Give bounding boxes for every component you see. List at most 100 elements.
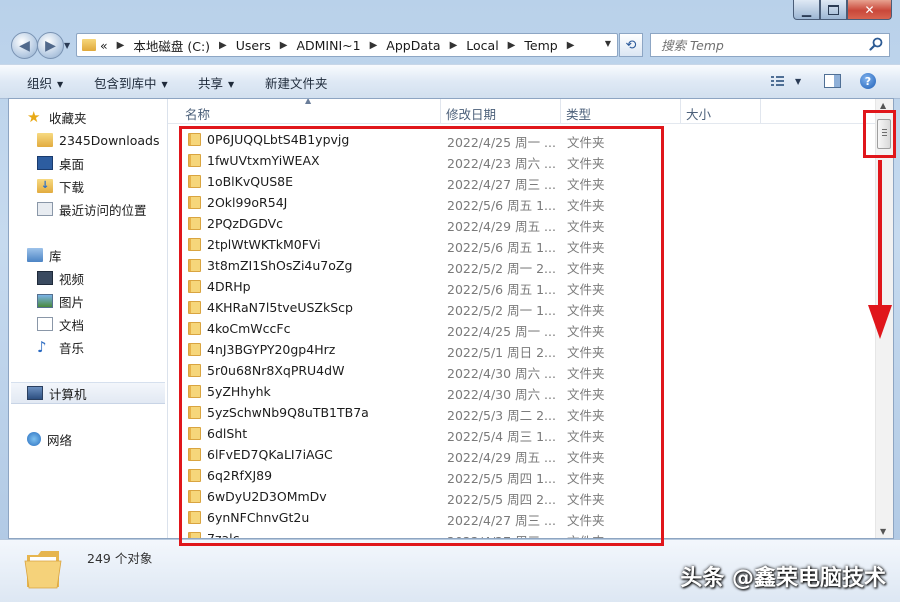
view-dropdown[interactable]: ▼ bbox=[795, 72, 801, 90]
sidebar-item-computer[interactable]: 计算机 bbox=[11, 382, 165, 404]
minimize-button[interactable]: ▁ bbox=[793, 0, 820, 20]
column-divider[interactable] bbox=[560, 99, 561, 123]
sidebar-item-label: 音乐 bbox=[59, 340, 85, 356]
address-bar[interactable]: « ▶ 本地磁盘 (C:) ▶ Users ▶ ADMINI~1 ▶ AppDa… bbox=[76, 33, 618, 57]
item-count: 249 个对象 bbox=[87, 551, 153, 566]
chevron-right-icon[interactable]: ▶ bbox=[370, 40, 378, 51]
arrow-down-icon bbox=[868, 305, 892, 339]
sidebar-item-music[interactable]: ♪ 音乐 bbox=[37, 336, 84, 358]
computer-icon bbox=[27, 386, 43, 400]
organize-label: 组织 bbox=[27, 76, 53, 91]
desktop-icon bbox=[37, 156, 53, 170]
breadcrumb-local[interactable]: Local bbox=[466, 38, 498, 53]
column-size[interactable]: 大小 bbox=[686, 104, 711, 123]
annotation-file-list-highlight bbox=[179, 126, 664, 546]
scroll-up-icon[interactable]: ▲ bbox=[880, 101, 886, 110]
help-icon: ? bbox=[860, 73, 876, 89]
sidebar-item-favorites[interactable]: ★ 收藏夹 bbox=[27, 106, 87, 128]
chevron-right-icon[interactable]: ▶ bbox=[280, 40, 288, 51]
sidebar-item-label: 桌面 bbox=[59, 156, 85, 172]
breadcrumb-temp[interactable]: Temp bbox=[524, 38, 557, 53]
help-button[interactable]: ? bbox=[860, 72, 876, 90]
folder-icon bbox=[37, 133, 53, 147]
sidebar-item-label: 图片 bbox=[59, 294, 85, 310]
sidebar-item-network[interactable]: 网络 bbox=[27, 428, 72, 450]
explorer-window: ▁ ✕ ◀ ▶ ▼ « ▶ 本地磁盘 (C:) ▶ Users ▶ ADMINI… bbox=[0, 0, 900, 602]
folder-icon bbox=[82, 39, 96, 51]
maximize-button[interactable] bbox=[820, 0, 847, 20]
annotation-scrollbar-highlight bbox=[863, 110, 896, 158]
navigation-pane: ★ 收藏夹 2345Downloads 桌面 ↓ 下载 最近访问的位置 库 视频… bbox=[9, 99, 168, 538]
sidebar-item-documents[interactable]: 文档 bbox=[37, 313, 84, 335]
organize-menu[interactable]: 组织 ▼ bbox=[27, 73, 63, 92]
documents-icon bbox=[37, 317, 53, 331]
column-type[interactable]: 类型 bbox=[566, 104, 591, 123]
sidebar-item-label: 视频 bbox=[59, 271, 85, 287]
view-options-icon bbox=[771, 76, 784, 86]
breadcrumb-overflow[interactable]: « bbox=[100, 38, 108, 53]
back-button[interactable]: ◀ bbox=[11, 32, 38, 59]
sidebar-item-pictures[interactable]: 图片 bbox=[37, 290, 84, 312]
annotation-arrow-line bbox=[878, 160, 882, 310]
close-button[interactable]: ✕ bbox=[847, 0, 892, 20]
column-divider[interactable] bbox=[440, 99, 441, 123]
forward-button[interactable]: ▶ bbox=[37, 32, 64, 59]
command-bar: 组织 ▼ 包含到库中 ▼ 共享 ▼ 新建文件夹 ▼ ? bbox=[0, 64, 900, 99]
close-icon: ✕ bbox=[864, 2, 875, 17]
scroll-down-icon[interactable]: ▼ bbox=[880, 527, 886, 536]
preview-pane-button[interactable] bbox=[824, 72, 841, 90]
sidebar-item-desktop[interactable]: 桌面 bbox=[37, 152, 84, 174]
breadcrumb-drive[interactable]: 本地磁盘 (C:) bbox=[133, 36, 210, 55]
change-view-button[interactable] bbox=[770, 72, 786, 90]
search-input[interactable] bbox=[659, 36, 863, 54]
column-divider[interactable] bbox=[680, 99, 681, 123]
share-menu[interactable]: 共享 ▼ bbox=[198, 73, 234, 92]
sidebar-item-label: 库 bbox=[49, 248, 62, 264]
breadcrumb-admin[interactable]: ADMINI~1 bbox=[296, 38, 360, 53]
sidebar-item-videos[interactable]: 视频 bbox=[37, 267, 84, 289]
sidebar-item-label: 文档 bbox=[59, 317, 85, 333]
sidebar-item-label: 下载 bbox=[59, 179, 85, 195]
minimize-icon: ▁ bbox=[801, 2, 812, 17]
address-history-dropdown[interactable]: ▼ bbox=[605, 39, 611, 48]
include-in-library-menu[interactable]: 包含到库中 ▼ bbox=[94, 73, 168, 92]
new-folder-button[interactable]: 新建文件夹 bbox=[265, 73, 328, 92]
forward-arrow-icon: ▶ bbox=[45, 37, 56, 54]
star-icon: ★ bbox=[27, 108, 41, 126]
column-name[interactable]: 名称 bbox=[185, 104, 210, 123]
refresh-icon: ⟲ bbox=[625, 37, 637, 53]
include-in-library-label: 包含到库中 bbox=[94, 76, 157, 91]
back-arrow-icon: ◀ bbox=[19, 37, 30, 54]
pictures-icon bbox=[37, 294, 53, 308]
search-box[interactable] bbox=[650, 33, 890, 57]
refresh-button[interactable]: ⟲ bbox=[619, 33, 643, 57]
sidebar-item-2345downloads[interactable]: 2345Downloads bbox=[37, 129, 159, 151]
chevron-right-icon: ▶ bbox=[116, 39, 125, 51]
sidebar-item-libraries[interactable]: 库 bbox=[27, 244, 62, 266]
chevron-down-icon: ▼ bbox=[57, 80, 64, 89]
sidebar-item-label: 2345Downloads bbox=[59, 132, 160, 148]
chevron-right-icon[interactable]: ▶ bbox=[219, 40, 227, 51]
sidebar-item-label: 网络 bbox=[47, 432, 73, 448]
column-date-modified[interactable]: 修改日期 bbox=[446, 104, 496, 123]
breadcrumb-appdata[interactable]: AppData bbox=[386, 38, 440, 53]
share-label: 共享 bbox=[198, 76, 224, 91]
sort-ascending-icon: ▲ bbox=[305, 98, 312, 105]
chevron-right-icon[interactable]: ▶ bbox=[567, 40, 575, 51]
column-divider[interactable] bbox=[760, 99, 761, 123]
sidebar-item-recent-places[interactable]: 最近访问的位置 bbox=[37, 198, 147, 220]
sidebar-item-label: 收藏夹 bbox=[49, 110, 87, 126]
music-icon: ♪ bbox=[37, 338, 47, 356]
network-icon bbox=[27, 432, 41, 446]
caption-buttons: ▁ ✕ bbox=[793, 0, 892, 20]
recent-pages-dropdown[interactable]: ▼ bbox=[64, 41, 70, 50]
breadcrumb-users[interactable]: Users bbox=[236, 38, 271, 53]
chevron-down-icon: ▼ bbox=[228, 80, 235, 89]
chevron-right-icon[interactable]: ▶ bbox=[450, 40, 458, 51]
search-icon[interactable] bbox=[869, 37, 883, 51]
chevron-down-icon: ▼ bbox=[161, 80, 168, 89]
column-header: ▲ 名称 修改日期 类型 大小 bbox=[168, 99, 893, 124]
sidebar-item-downloads[interactable]: ↓ 下载 bbox=[37, 175, 84, 197]
navigation-bar: ◀ ▶ ▼ « ▶ 本地磁盘 (C:) ▶ Users ▶ ADMINI~1 ▶… bbox=[0, 28, 900, 62]
chevron-right-icon[interactable]: ▶ bbox=[508, 40, 516, 51]
